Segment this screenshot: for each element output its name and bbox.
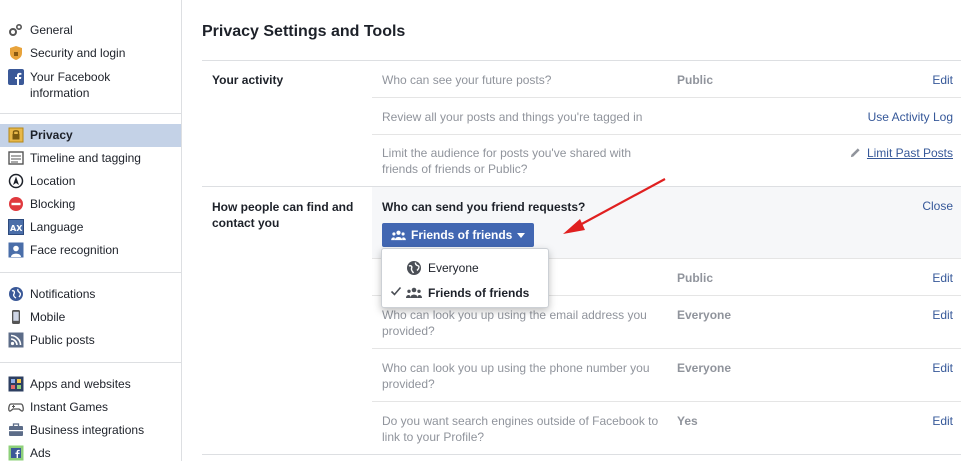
location-icon [8,173,24,189]
sidebar-item-label: Instant Games [30,400,109,414]
sidebar-item-blocking[interactable]: Blocking [0,193,181,216]
sidebar-item-label: Mobile [30,310,66,324]
sidebar-item-label: Language [30,220,84,234]
sidebar-item-label: Security and login [30,46,126,60]
sidebar-item-location[interactable]: Location [0,170,181,193]
sidebar-item-label: Privacy [30,128,73,142]
sidebar-item-label: Notifications [30,287,96,301]
sidebar-item-label: General [30,23,73,37]
page-title: Privacy Settings and Tools [202,0,961,61]
section-find-and-contact: How people can find and contact you Who … [202,187,961,455]
setting-row: Limit the audience for posts you've shar… [372,135,961,187]
sidebar-item-label: Business integrations [30,423,145,437]
lock-icon [8,127,24,143]
sidebar-item-your-facebook-information[interactable]: Your Facebook information [0,65,181,103]
close-link[interactable]: Close [922,199,953,213]
sidebar-item-public-posts[interactable]: Public posts [0,329,181,352]
face-recognition-icon [8,242,24,258]
setting-row: Who can look you up using the phone numb… [372,349,961,402]
dropdown-option-friends-of-friends[interactable]: Friends of friends [382,280,548,305]
setting-question: Review all your posts and things you're … [382,110,643,124]
edit-link[interactable]: Edit [932,307,953,323]
language-icon: AX [8,219,24,235]
sidebar-item-label: Apps and websites [30,377,131,391]
setting-value: Yes [677,414,698,428]
sidebar-item-label: Your Facebook information [30,70,111,100]
edit-link[interactable]: Edit [932,413,953,429]
sidebar-item-language[interactable]: AX Language [0,216,181,239]
audience-selector-label: Friends of friends [411,228,513,242]
setting-value: Everyone [677,361,732,375]
business-icon [8,422,24,438]
friends-icon [406,285,422,301]
dropdown-option-label: Friends of friends [428,285,530,300]
globe-icon [8,286,24,302]
sidebar-item-label: Location [30,174,76,188]
setting-value: Everyone [677,308,732,322]
limit-past-posts-label: Limit Past Posts [866,146,953,160]
limit-past-posts-link[interactable]: Limit Past Posts [850,145,953,161]
sidebar-item-face-recognition[interactable]: Face recognition [0,239,181,262]
sidebar-item-apps-and-websites[interactable]: Apps and websites [0,373,181,396]
sidebar-group-account: General Security and login Your Facebook… [0,0,181,103]
sidebar-item-timeline-and-tagging[interactable]: Timeline and tagging [0,147,181,170]
gears-icon [8,22,24,38]
setting-question: Who can look you up using the email addr… [382,308,647,338]
settings-sidebar: General Security and login Your Facebook… [0,0,182,461]
timeline-icon [8,150,24,166]
use-activity-log-link[interactable]: Use Activity Log [868,109,953,125]
sidebar-item-label: Ads [30,446,51,460]
edit-link[interactable]: Edit [932,72,953,88]
setting-row: Review all your posts and things you're … [372,98,961,135]
mobile-icon [8,309,24,325]
sidebar-item-privacy[interactable]: Privacy [0,124,181,147]
audience-dropdown-menu: Everyone Friends of friends [381,248,549,308]
facebook-icon [8,69,24,85]
sidebar-item-mobile[interactable]: Mobile [0,306,181,329]
sidebar-item-label: Blocking [30,197,76,211]
edit-link[interactable]: Edit [932,270,953,286]
friends-icon [391,230,406,240]
blocking-icon [8,196,24,212]
pencil-icon [850,148,860,158]
setting-row: Who can see your future posts? Public Ed… [372,61,961,98]
checkmark-icon [390,286,402,296]
sidebar-group-privacy: Privacy Timeline and tagging Location Bl… [0,114,181,262]
setting-question: Do you want search engines outside of Fa… [382,414,659,444]
sidebar-item-general[interactable]: General [0,19,181,42]
section-your-activity: Your activity Who can see your future po… [202,61,961,187]
sidebar-item-label: Public posts [30,333,95,347]
gamepad-icon [8,399,24,415]
sidebar-item-label: Timeline and tagging [30,151,141,165]
sidebar-item-label: Face recognition [30,243,119,257]
sidebar-group-notifications: Notifications Mobile Public posts [0,273,181,352]
shield-icon [8,45,24,61]
sidebar-item-notifications[interactable]: Notifications [0,283,181,306]
main-content: Privacy Settings and Tools Your activity… [202,0,961,455]
svg-text:AX: AX [10,224,23,233]
section-label: Your activity [212,73,284,87]
dropdown-option-label: Everyone [428,260,479,275]
edit-link[interactable]: Edit [932,360,953,376]
chevron-down-icon [517,232,526,238]
sidebar-item-business-integrations[interactable]: Business integrations [0,419,181,442]
section-label: How people can find and contact you [212,200,354,230]
sidebar-group-apps: Apps and websites Instant Games Business… [0,363,181,461]
setting-question: Who can look you up using the phone numb… [382,361,650,391]
rss-icon [8,332,24,348]
globe-icon [406,260,422,276]
dropdown-option-everyone[interactable]: Everyone [382,255,548,280]
setting-question: Who can see your future posts? [382,73,552,87]
sidebar-item-instant-games[interactable]: Instant Games [0,396,181,419]
sidebar-item-security[interactable]: Security and login [0,42,181,65]
setting-value: Public [677,73,714,87]
sidebar-item-ads[interactable]: Ads [0,442,181,461]
setting-value: Public [677,271,714,285]
setting-row: Do you want search engines outside of Fa… [372,402,961,454]
audience-selector-button[interactable]: Friends of friends [382,223,534,247]
setting-question: Limit the audience for posts you've shar… [382,146,632,176]
apps-icon [8,376,24,392]
friend-requests-question: Who can send you friend requests? [382,200,586,214]
ads-icon [8,445,24,461]
